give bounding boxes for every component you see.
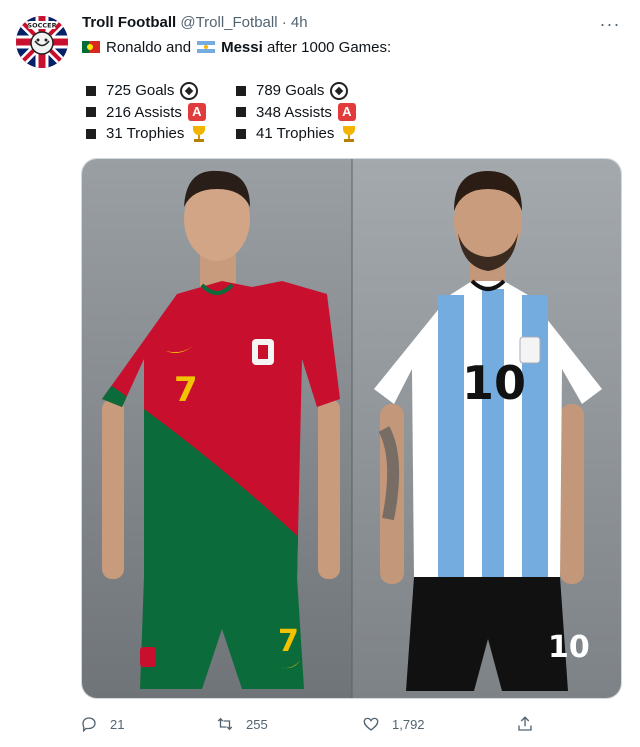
ronaldo-shirt-number: 7: [174, 370, 198, 410]
soccer-ball-icon: [180, 81, 199, 100]
reply-icon: [82, 717, 96, 733]
share-button[interactable]: [516, 712, 546, 736]
tweet-header: Troll Football @Troll_Fotball · 4h: [82, 14, 308, 31]
retweet-icon: [217, 717, 233, 731]
reply-button[interactable]: 21: [80, 712, 124, 736]
avatar[interactable]: SOCCER: [16, 16, 68, 68]
more-options-button[interactable]: ···: [596, 10, 624, 38]
list-item: 41 Trophies: [236, 123, 358, 145]
stat-label: 31 Trophies: [106, 125, 185, 142]
reply-count: 21: [110, 716, 125, 732]
messi-shirt-number: 10: [462, 356, 526, 410]
list-item: 725 Goals: [86, 80, 208, 102]
author-handle[interactable]: @Troll_Fotball: [180, 14, 277, 31]
tweet-actions: 21 255 1,792: [80, 712, 550, 736]
tweet-timestamp[interactable]: 4h: [291, 14, 308, 31]
ronaldo-stats: 725 Goals 216 Assists A 31 Trophies: [86, 80, 208, 145]
stat-label: 348 Assists: [256, 103, 332, 121]
author-name[interactable]: Troll Football: [82, 14, 176, 31]
a-button-icon: A: [187, 103, 206, 122]
tweet-media[interactable]: 7 7 10 10: [81, 158, 622, 699]
list-item: 348 Assists A: [236, 102, 358, 124]
trophy-icon: [190, 125, 208, 143]
separator-dot: ·: [281, 14, 287, 31]
retweet-button[interactable]: 255: [216, 712, 268, 736]
argentina-flag-icon: [197, 41, 216, 53]
tweet[interactable]: SOCCER Troll Football @Troll_Fotball · 4…: [0, 0, 640, 747]
stat-label: 41 Trophies: [256, 125, 335, 142]
like-count: 1,792: [392, 716, 425, 732]
players-photo: 7 7 10 10: [82, 159, 621, 698]
black-square-icon: [236, 85, 246, 96]
heart-icon: [363, 717, 379, 731]
list-item: 789 Goals: [236, 80, 358, 102]
a-button-icon: A: [337, 103, 356, 122]
messi-stats: 789 Goals 348 Assists A 41 Trophies: [236, 80, 358, 145]
black-square-icon: [236, 107, 246, 118]
like-button[interactable]: 1,792: [362, 712, 425, 736]
black-square-icon: [86, 85, 96, 96]
black-square-icon: [86, 128, 96, 139]
tweet-text-messi: Messi: [221, 39, 263, 56]
union-jack-avatar-image: SOCCER: [16, 16, 68, 68]
tweet-text-part2: after 1000 Games:: [266, 39, 392, 56]
soccer-ball-icon: [330, 81, 349, 100]
avatar-text: SOCCER: [27, 22, 56, 30]
trophy-icon: [340, 125, 358, 143]
list-item: 31 Trophies: [86, 123, 208, 145]
stat-label: 789 Goals: [256, 82, 325, 99]
stat-label: 216 Assists: [106, 103, 182, 121]
retweet-count: 255: [246, 716, 268, 732]
ronaldo-shorts-number: 7: [278, 624, 299, 659]
black-square-icon: [86, 107, 96, 118]
portugal-flag-icon: [82, 41, 100, 53]
black-square-icon: [236, 128, 246, 139]
tweet-text: Ronaldo and Messi after 1000 Games:: [82, 38, 391, 58]
list-item: 216 Assists A: [86, 102, 208, 124]
messi-shorts-number: 10: [548, 630, 590, 665]
share-icon: [518, 716, 532, 731]
stat-label: 725 Goals: [106, 82, 175, 99]
tweet-text-part1: Ronaldo and: [106, 39, 192, 56]
